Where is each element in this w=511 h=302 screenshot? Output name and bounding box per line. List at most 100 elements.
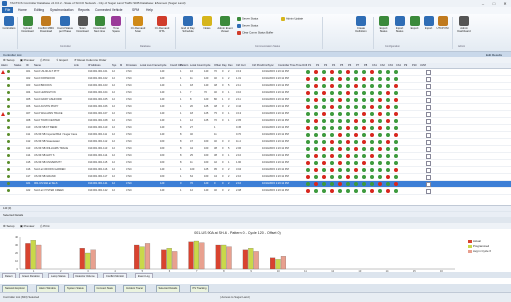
table-row[interactable]: 414 US-59 SB HWY 6 010.001.001.114 12 3 NC 16… [0,153,511,160]
on-demand-scan-button[interactable]: On Demand Scan [128,16,148,33]
chart-setup-button[interactable]: ⚙ Setup [3,224,14,228]
chart-preview-button[interactable]: ▣ Preview [20,224,34,228]
column-header[interactable]: Ch1 [372,64,377,67]
menu-connected-vehicle[interactable]: Connected Vehicle [95,8,123,12]
controllers-button[interactable]: Controllers [2,16,16,30]
table-row[interactable]: 410 US-59 SB FT BEND 010.001.001.110 12 3 NC… [0,125,511,132]
import-button[interactable]: Import [422,16,435,30]
column-header[interactable]: Controller Time [278,64,296,67]
reset-columns-button[interactable]: ↺ Reset Columns Order [74,58,106,62]
minimize-button[interactable]: – [478,0,488,7]
column-header[interactable]: Sys [112,64,116,67]
table-row[interactable]: 421 001-US 90A at SH-6 010.001.001.121 12 3 … [0,181,511,188]
column-header[interactable]: Ctrl Curr [236,64,246,67]
column-header[interactable]: UVM [420,64,426,67]
table-row[interactable]: 422 SH-6 at OYSTER CREEK 010.001.001.122 12… [0,188,511,195]
uvm-checkbox[interactable] [426,154,431,159]
edit-results-link[interactable]: Edit Results [486,53,502,57]
menu-editing[interactable]: Editing [34,8,44,12]
server-status-link-2[interactable]: Server Status [237,24,258,28]
export-button[interactable]: Export [408,16,421,30]
admin-event-viewer-button[interactable]: Admin Event Viewer [216,16,234,33]
column-header[interactable]: Day [222,64,227,67]
menu-home[interactable]: Home [18,8,27,12]
upload-download-button[interactable]: Upload Download [19,16,36,33]
table-row[interactable]: 403 SH-6 BROOKS 010.001.001.103 12 3 NC 140 1 1… [0,83,511,90]
admin-update-link[interactable]: Admin Update [281,17,303,21]
column-header[interactable]: Dev [228,64,233,67]
uvm-checkbox[interactable] [426,168,431,173]
menu-synchronization[interactable]: Synchronization [50,8,73,12]
preview-button[interactable]: ▣ Preview [20,58,34,62]
on-demand-rta-button[interactable]: On Demand RTA [152,16,172,33]
uvm-checkbox[interactable] [426,189,431,194]
table-row[interactable]: 401 SH-6 US-90 ALT PITT 010.001.001.101 12 3… [0,69,511,76]
utcp-km-button[interactable]: UTCP KM [436,16,449,30]
table-row[interactable]: 416 SH-6 at CROWN GARDEN 010.001.001.116 12… [0,167,511,174]
time-space-button[interactable]: Time Space [109,16,123,33]
uvm-checkbox[interactable] [426,70,431,75]
column-header[interactable]: Cycle [204,64,211,67]
column-header[interactable]: Ctrl Prev [252,64,262,67]
table-row[interactable]: 408 SH-6 TOWN CENTER 010.001.001.108 12 3 NC… [0,118,511,125]
column-header[interactable]: Name [34,64,41,67]
menu-help[interactable]: Help [146,8,153,12]
column-header[interactable]: P3 [324,64,327,67]
table-row[interactable]: 404 SH-6 LEXINGTON 010.001.001.104 12 3 NC 14… [0,90,511,97]
clear-comm-status-link[interactable]: Clear Comm Status Buffer [237,31,273,35]
export-grid-button[interactable]: ⇪ Export [56,58,68,62]
server-status-link[interactable]: Server Status [237,17,258,21]
uvm-checkbox[interactable] [426,98,431,103]
column-header[interactable]: Status [14,64,21,67]
maximize-button[interactable]: □ [489,0,499,7]
table-row[interactable]: 407 SH-6 WILLIAMS TRACE 010.001.001.107 12 3… [0,111,511,118]
column-header[interactable]: Ch4 [396,64,401,67]
column-header[interactable]: P8 [364,64,367,67]
end-of-day-button[interactable]: End of Day Schedule [178,16,198,33]
column-header[interactable]: M [120,64,122,67]
uvm-checkbox[interactable] [426,77,431,82]
column-header[interactable]: P4 [332,64,335,67]
column-header[interactable]: Local Count [190,64,204,67]
column-header[interactable]: Cycle [160,64,167,67]
menu-reports[interactable]: Reports [78,8,90,12]
table-row[interactable]: 402 SH-6 KIRKWOOD 010.001.001.102 12 3 NC 120… [0,76,511,83]
column-header[interactable]: P6 [348,64,351,67]
column-header[interactable]: Alarm [1,64,8,67]
setup-button[interactable]: ⚙ Setup [3,58,14,62]
uvm-checkbox[interactable] [426,119,431,124]
table-row[interactable]: 417 US-59 SB GRAND 010.001.001.117 12 3 NC 16… [0,174,511,181]
uvm-checkbox[interactable] [426,175,431,180]
table-row[interactable]: 411 US-59 SB Imperial Blvd / Sugar Cane 01… [0,132,511,139]
uvm-checkbox[interactable] [426,112,431,117]
column-header[interactable]: Ch2 [380,64,385,67]
uvm-checkbox[interactable] [426,133,431,138]
menu-spm[interactable]: SPM [132,8,139,12]
uvm-checkbox[interactable] [426,84,431,89]
column-header[interactable]: Time Drift [296,64,307,67]
column-header[interactable]: Offset [214,64,221,67]
import-status-button[interactable]: Import Status [392,16,407,33]
column-header[interactable]: Ch3 [388,64,393,67]
admin-dashboard-button[interactable]: Admin Dashboard [455,16,473,33]
table-row[interactable]: 406 SH-6 AUSTIN PKWY 010.001.001.106 12 3 NC… [0,104,511,111]
column-header[interactable]: ID [26,64,29,67]
conflict-mmu-button[interactable]: Conflict MMU Download [37,16,55,33]
scan-download-button[interactable]: Scan Download [75,16,90,33]
coord-status-button[interactable]: Coord Status per Phase [56,16,74,33]
column-header[interactable]: Pattern [180,64,188,67]
column-header[interactable]: Firm/Sync [262,64,274,67]
column-header[interactable]: P2 [316,64,319,67]
controller-grid[interactable]: Alarm Status ID Name Link IP Address Sys M Firmw… [0,63,511,211]
uvm-checkbox[interactable] [426,91,431,96]
uvm-checkbox[interactable] [426,140,431,145]
table-row[interactable]: 412 US-59 SB Sweetwater 010.001.001.112 12 3… [0,139,511,146]
column-header[interactable]: P10 [412,64,417,67]
uvm-checkbox[interactable] [426,147,431,152]
table-row[interactable]: 405 SH-6 DAIRY ASHFORD 010.001.001.105 12 3 … [0,97,511,104]
uvm-checkbox[interactable] [426,126,431,131]
uvm-checkbox[interactable] [426,105,431,110]
download-next-button[interactable]: Download Next time [91,16,108,33]
chart-print-button[interactable]: ⎙ Print [40,224,49,228]
print-button[interactable]: ⎙ Print [40,58,49,62]
